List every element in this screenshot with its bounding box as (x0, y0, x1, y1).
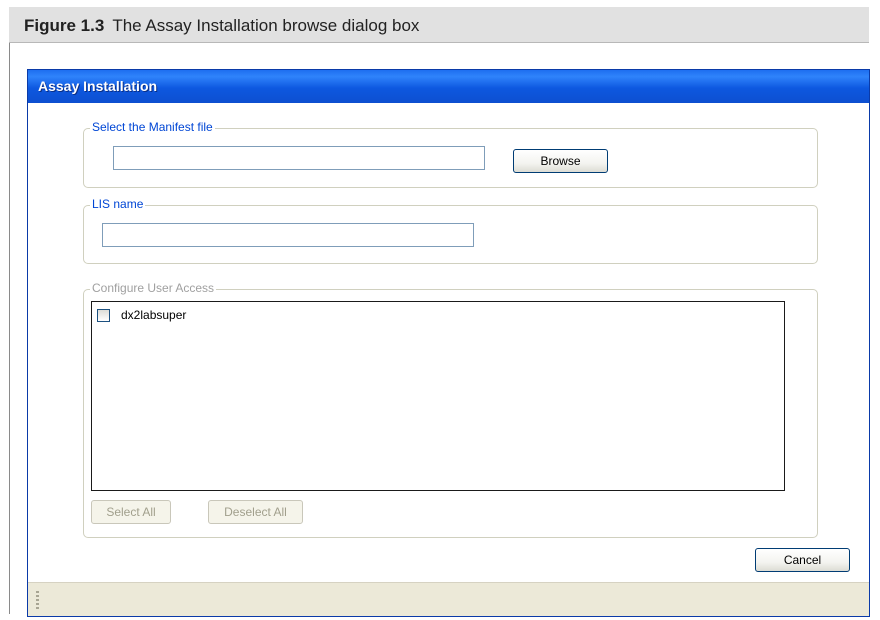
user-checkbox[interactable] (97, 308, 110, 322)
cancel-button[interactable]: Cancel (755, 548, 850, 572)
manifest-file-group: Select the Manifest file Browse (83, 120, 818, 188)
deselect-all-button[interactable]: Deselect All (208, 500, 303, 524)
figure-caption-bar: Figure 1.3 The Assay Installation browse … (9, 7, 869, 43)
lis-name-group: LIS name (83, 197, 818, 264)
assay-installation-dialog: Assay Installation Select the Manifest f… (27, 69, 870, 617)
user-label: dx2labsuper (121, 308, 187, 322)
lis-name-input[interactable] (102, 223, 474, 247)
dialog-title: Assay Installation (38, 78, 158, 94)
browse-button[interactable]: Browse (513, 149, 608, 173)
user-access-legend: Configure User Access (90, 281, 217, 295)
resize-grip-icon[interactable] (36, 591, 39, 609)
figure-caption-text: The Assay Installation browse dialog box (112, 16, 420, 35)
dialog-body: Select the Manifest file Browse LIS name… (32, 103, 865, 582)
manifest-file-input[interactable] (113, 146, 485, 170)
manifest-file-legend: Select the Manifest file (90, 120, 215, 134)
figure-number: Figure 1.3 (24, 16, 105, 35)
user-access-group: Configure User Access dx2labsuper Select… (83, 281, 818, 538)
user-access-list[interactable]: dx2labsuper (91, 301, 785, 491)
dialog-titlebar[interactable]: Assay Installation (28, 70, 869, 103)
status-bar (28, 582, 869, 616)
figure-caption: Figure 1.3 The Assay Installation browse … (24, 16, 419, 36)
list-item[interactable]: dx2labsuper (97, 308, 186, 322)
select-all-button[interactable]: Select All (91, 500, 171, 524)
lis-name-legend: LIS name (90, 197, 146, 211)
